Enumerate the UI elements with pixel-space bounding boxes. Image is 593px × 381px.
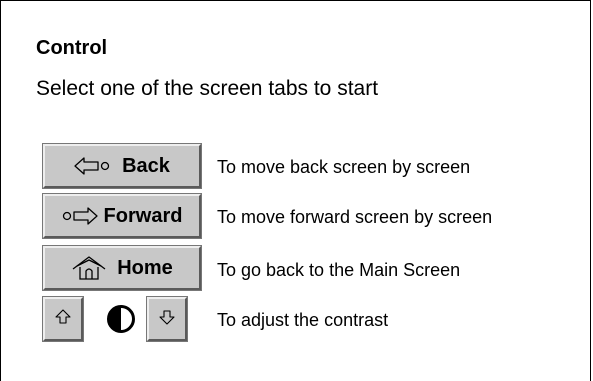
- page-subtitle: Select one of the screen tabs to start: [36, 77, 379, 100]
- home-description: To go back to the Main Screen: [217, 260, 461, 280]
- forward-button-label: Forward: [103, 204, 183, 227]
- back-arrow-icon: [74, 157, 114, 175]
- arrow-up-icon: [55, 308, 71, 330]
- contrast-description: To adjust the contrast: [217, 310, 389, 330]
- back-description: To move back screen by screen: [217, 157, 471, 177]
- contrast-down-button[interactable]: [147, 297, 187, 341]
- forward-arrow-icon: [62, 207, 102, 225]
- contrast-icon: [103, 301, 139, 337]
- contrast-up-button[interactable]: [43, 297, 83, 341]
- page-title: Control: [36, 37, 108, 59]
- arrow-down-icon: [159, 309, 175, 330]
- back-button-label: Back: [122, 154, 170, 177]
- home-button-label: Home: [117, 256, 173, 279]
- forward-button[interactable]: Forward: [43, 194, 201, 238]
- home-button[interactable]: Home: [43, 246, 201, 290]
- forward-description: To move forward screen by screen: [217, 207, 493, 227]
- home-icon: [71, 255, 107, 281]
- control-help-panel: Control Select one of the screen tabs to…: [0, 0, 591, 381]
- back-button[interactable]: Back: [43, 144, 201, 188]
